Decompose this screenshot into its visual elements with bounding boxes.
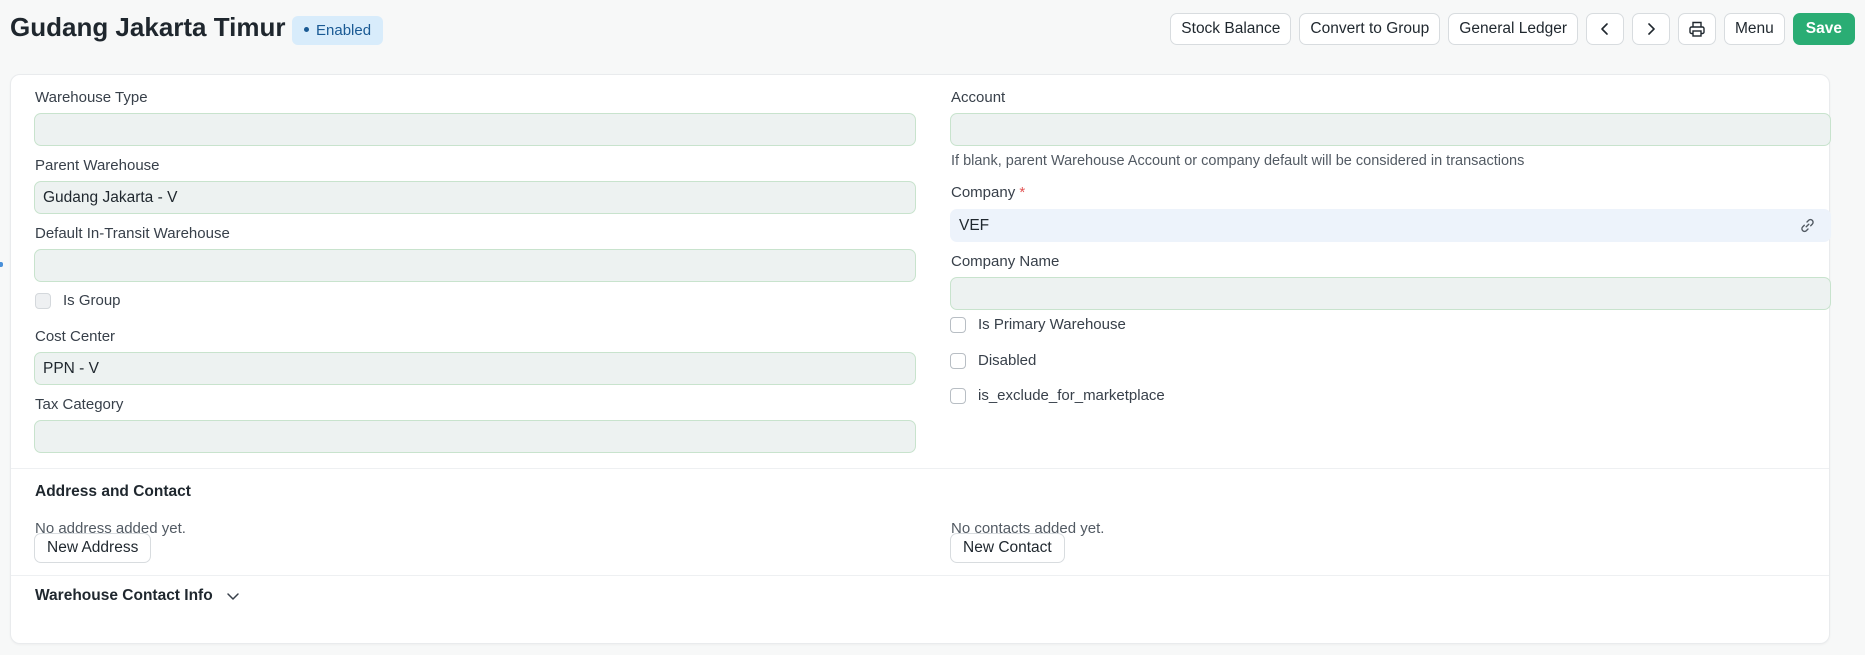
page-title: Gudang Jakarta Timur: [10, 12, 286, 42]
prev-record-button[interactable]: [1586, 13, 1625, 45]
warehouse-contact-info-title: Warehouse Contact Info: [35, 587, 213, 604]
disabled-box[interactable]: [950, 352, 966, 369]
parent-warehouse-label: Parent Warehouse: [35, 157, 160, 174]
chevron-down-icon[interactable]: [225, 588, 241, 604]
parent-warehouse-input[interactable]: Gudang Jakarta - V: [34, 181, 916, 214]
status-label: Enabled: [316, 22, 372, 39]
company-label: Company *: [951, 184, 1025, 201]
general-ledger-button[interactable]: General Ledger: [1448, 13, 1579, 45]
cost-center-label: Cost Center: [35, 328, 116, 345]
disabled-checkbox[interactable]: Disabled: [950, 352, 1036, 369]
convert-to-group-button[interactable]: Convert to Group: [1299, 13, 1441, 45]
save-button[interactable]: Save: [1792, 13, 1855, 45]
default-in-transit-label: Default In-Transit Warehouse: [35, 225, 230, 242]
new-address-button[interactable]: New Address: [34, 533, 152, 563]
status-badge: Enabled: [292, 16, 384, 45]
is-primary-warehouse-label: Is Primary Warehouse: [978, 316, 1126, 333]
exclude-marketplace-box[interactable]: [950, 387, 966, 404]
printer-icon: [1689, 21, 1705, 37]
warehouse-type-input[interactable]: [34, 113, 916, 146]
section-divider: [11, 468, 1829, 469]
new-contact-button[interactable]: New Contact: [950, 533, 1065, 563]
status-dot-icon: [304, 26, 309, 32]
stock-balance-button[interactable]: Stock Balance: [1170, 13, 1292, 45]
header-actions: Stock Balance Convert to Group General L…: [1170, 13, 1855, 45]
address-contact-title: Address and Contact: [35, 483, 191, 500]
next-record-button[interactable]: [1632, 13, 1671, 45]
company-label-text: Company: [951, 184, 1016, 201]
tax-category-input[interactable]: [34, 420, 916, 453]
company-value: VEF: [959, 217, 990, 234]
exclude-marketplace-label: is_exclude_for_marketplace: [978, 387, 1165, 404]
link-icon[interactable]: [1799, 217, 1816, 234]
warehouse-contact-info-toggle[interactable]: Warehouse Contact Info: [35, 587, 241, 605]
is-group-checkbox[interactable]: Is Group: [35, 292, 121, 309]
account-help-text: If blank, parent Warehouse Account or co…: [951, 153, 1525, 169]
page-header: Gudang Jakarta Timur Enabled Stock Balan…: [0, 0, 1865, 60]
company-name-input[interactable]: [950, 277, 1831, 310]
is-primary-warehouse-checkbox[interactable]: Is Primary Warehouse: [950, 316, 1126, 333]
print-button[interactable]: [1678, 13, 1717, 45]
required-mark: *: [1019, 184, 1026, 201]
account-input[interactable]: [950, 113, 1831, 146]
company-input[interactable]: VEF: [950, 209, 1831, 242]
disabled-label: Disabled: [978, 352, 1037, 369]
form-card: Warehouse Type Parent Warehouse Gudang J…: [10, 74, 1831, 644]
exclude-marketplace-checkbox[interactable]: is_exclude_for_marketplace: [950, 387, 1165, 404]
account-label: Account: [951, 89, 1006, 106]
cost-center-input[interactable]: PPN - V: [34, 352, 916, 385]
section-divider: [11, 575, 1829, 576]
warehouse-type-label: Warehouse Type: [35, 89, 148, 106]
tax-category-label: Tax Category: [35, 396, 124, 413]
is-group-checkbox-box[interactable]: [35, 292, 51, 309]
company-name-label: Company Name: [951, 253, 1060, 270]
default-in-transit-input[interactable]: [34, 249, 916, 282]
chevron-left-icon: [1601, 23, 1608, 35]
menu-button[interactable]: Menu: [1724, 13, 1785, 45]
is-primary-warehouse-box[interactable]: [950, 316, 966, 333]
chevron-right-icon: [1648, 23, 1655, 35]
sidebar-indicator: [0, 262, 3, 267]
is-group-label: Is Group: [63, 292, 121, 309]
